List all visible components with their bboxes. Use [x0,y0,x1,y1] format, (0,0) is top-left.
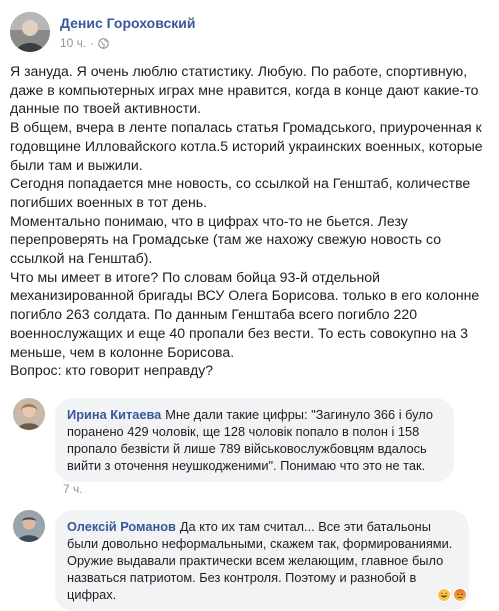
post-text: Я зануда. Я очень люблю статистику. Любу… [10,62,494,380]
post-header: Денис Гороховский 10 ч. · [10,12,490,56]
author-avatar[interactable] [10,12,50,52]
post-paragraph: Моментально понимаю, что в цифрах что-то… [10,212,442,267]
post-timestamp[interactable]: 10 ч. [60,36,86,50]
comment: Ирина Китаева Мне дали такие цифры: "Заги… [13,398,493,498]
post-paragraph: Сегодня попадается мне новость, со ссылк… [10,175,471,210]
haha-reaction-icon [437,588,451,602]
comment-reactions[interactable] [437,588,467,602]
post-paragraph: Вопрос: кто говорит неправду? [10,362,214,379]
post-meta: 10 ч. · [60,36,110,50]
globe-icon[interactable] [98,37,110,49]
commenter-avatar[interactable] [13,510,45,542]
commenter-name[interactable]: Олексій Романов [67,519,176,534]
commenter-name[interactable]: Ирина Китаева [67,407,161,422]
post-paragraph: В общем, вчера в ленте попалась статья Г… [10,119,483,173]
meta-separator: · [90,36,95,50]
commenter-avatar[interactable] [13,398,45,430]
comment-bubble: Ирина Китаева Мне дали такие цифры: "Заги… [55,398,454,482]
angry-reaction-icon [453,588,467,602]
comment-bubble: Олексій Романов Да кто их там считал... В… [55,510,469,611]
comment: Олексій Романов Да кто их там считал... В… [13,510,493,611]
post-paragraph: Я зануда. Я очень люблю статистику. Любу… [10,63,479,117]
post-paragraph: Что мы имеет в итоге? По словам бойца 93… [10,268,480,360]
comment-timestamp[interactable]: 7 ч. [63,482,83,496]
post-author-name[interactable]: Денис Гороховский [60,15,195,31]
